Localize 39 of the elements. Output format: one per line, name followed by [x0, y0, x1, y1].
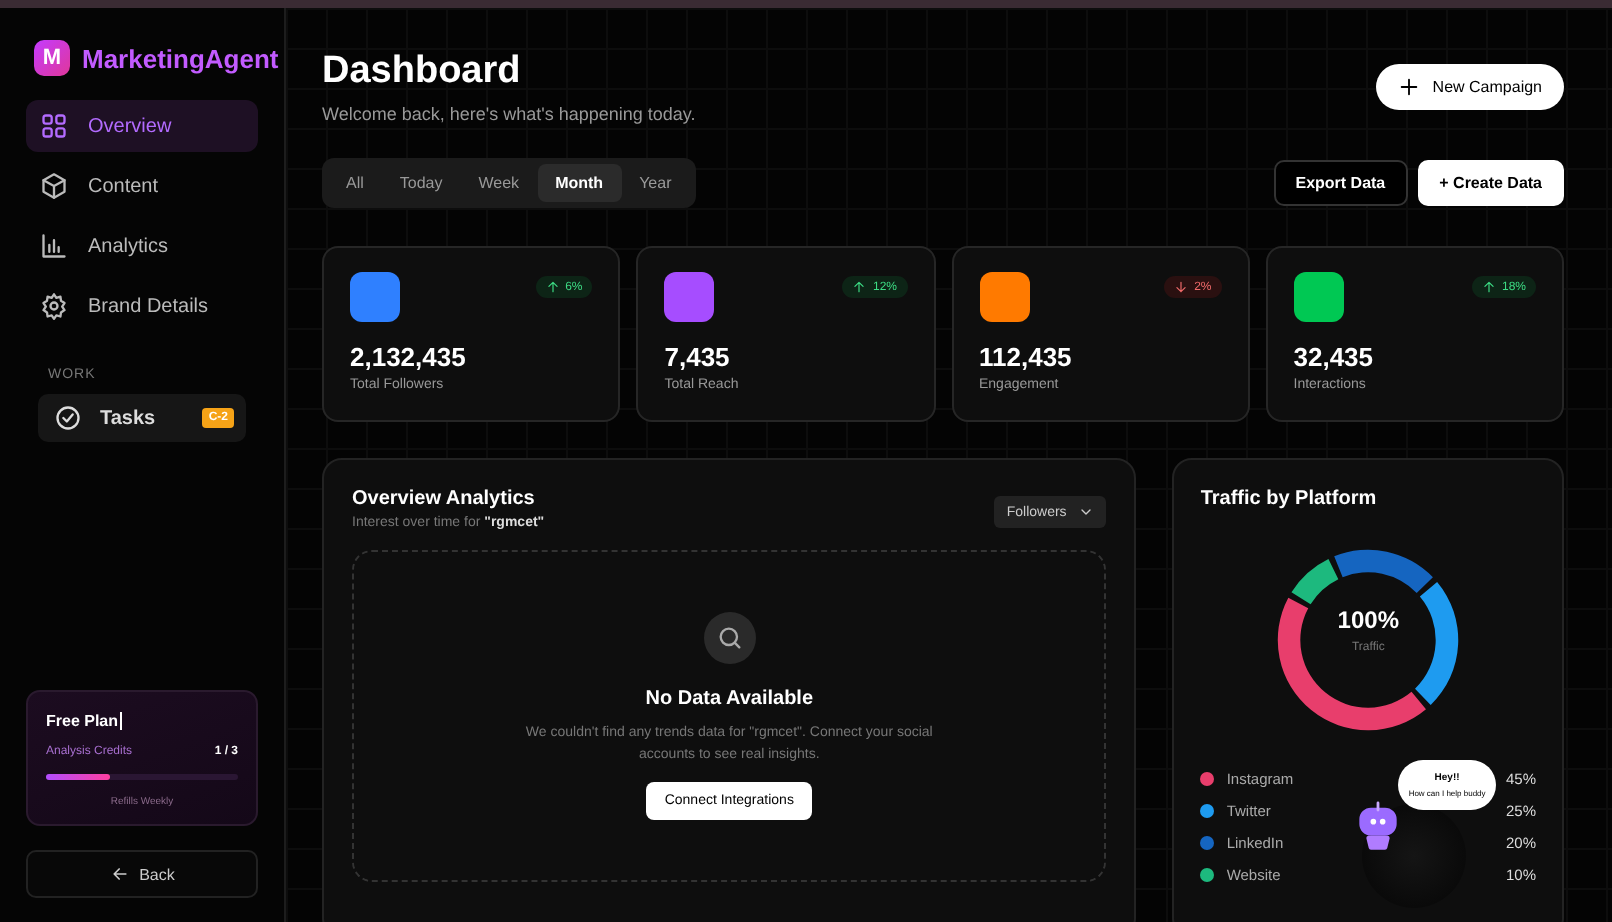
- nav-item[interactable]: Content: [26, 160, 258, 212]
- action-button[interactable]: + Create Data: [1417, 160, 1564, 206]
- arrow-up-icon: [545, 280, 560, 294]
- nav-item[interactable]: Overview: [26, 100, 258, 152]
- action-button[interactable]: Export Data: [1273, 160, 1408, 206]
- logo-icon: M: [34, 40, 70, 76]
- arrow-down-icon: [1174, 280, 1189, 294]
- period-tab[interactable]: All: [328, 164, 382, 202]
- settings-icon: [40, 292, 68, 320]
- plan-title: Free Plan: [46, 712, 125, 730]
- period-tab[interactable]: Today: [381, 164, 461, 202]
- arrow-left-icon: [109, 864, 130, 884]
- arrow-up-icon: [1481, 280, 1496, 294]
- brand-name: MarketingAgent: [82, 43, 279, 73]
- page-subtitle: Welcome back, here's what's happening today.: [322, 104, 696, 124]
- stat-value: 32,435: [1293, 342, 1376, 372]
- period-tab[interactable]: Year: [621, 164, 690, 202]
- chevron-down-icon: [1078, 504, 1095, 520]
- plus-icon: [1398, 76, 1421, 98]
- panel-title: Overview Analytics: [352, 488, 537, 510]
- empty-title: No Data Available: [645, 688, 814, 710]
- stat-value: 7,435: [664, 342, 732, 372]
- nav-item[interactable]: Analytics: [26, 220, 258, 272]
- bar-chart-icon: [40, 232, 68, 260]
- arrow-up-icon: [852, 280, 867, 294]
- text-cursor: [120, 712, 123, 730]
- stat-value: 2,132,435: [350, 342, 468, 372]
- back-button[interactable]: Back: [26, 850, 258, 898]
- donut-value: 100%: [1335, 606, 1401, 634]
- nav-item[interactable]: Brand Details: [26, 280, 258, 332]
- grid-icon: [40, 112, 68, 140]
- new-campaign-button[interactable]: New Campaign: [1376, 64, 1564, 110]
- check-circle-icon: [54, 404, 82, 432]
- period-tab[interactable]: Month: [537, 164, 622, 202]
- page-title: Dashboard: [322, 50, 523, 94]
- stat-value: 112,435: [979, 342, 1074, 372]
- period-tab[interactable]: Week: [460, 164, 538, 202]
- cube-icon: [40, 172, 68, 200]
- panel-title: Traffic by Platform: [1200, 488, 1379, 510]
